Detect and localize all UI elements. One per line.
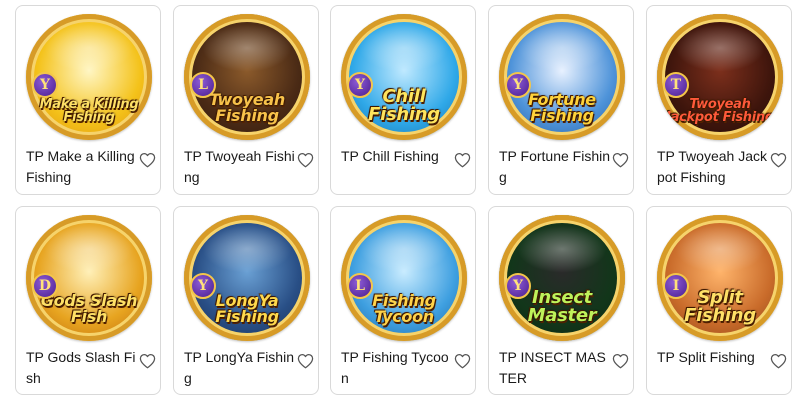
game-title[interactable]: TP Make a Killing Fishing [26, 146, 138, 188]
game-card[interactable]: Fishing Tycoon L TP Fishing Tycoon [330, 206, 476, 395]
game-card[interactable]: Make a Killing Fishing Y TP Make a Killing… [15, 5, 161, 195]
game-logo-text: Twoyeah Jackpot Fishing [666, 97, 774, 125]
game-card[interactable]: LongYa Fishing Y TP LongYa Fishing [173, 206, 319, 395]
provider-badge: T [663, 72, 689, 98]
provider-badge: L [347, 273, 373, 299]
game-title[interactable]: TP Split Fishing [657, 347, 769, 368]
game-title[interactable]: TP Chill Fishing [341, 146, 453, 167]
game-card[interactable]: Twoyeah Fishing L TP Twoyeah Fishing [173, 5, 319, 195]
game-card[interactable]: Fortune Fishing Y TP Fortune Fishing [488, 5, 634, 195]
thumbnail-shine [202, 24, 292, 72]
thumbnail-shine [517, 225, 607, 273]
provider-badge: D [32, 273, 58, 299]
game-title[interactable]: TP Fortune Fishing [499, 146, 611, 188]
favorite-heart-icon[interactable] [454, 353, 471, 369]
game-title[interactable]: TP Fishing Tycoon [341, 347, 453, 389]
game-title[interactable]: TP Twoyeah Jackpot Fishing [657, 146, 769, 188]
game-card[interactable]: Twoyeah Jackpot Fishing T TP Twoyeah Jackp… [646, 5, 792, 195]
game-card[interactable]: Insect Master Y TP INSECT MASTER [488, 206, 634, 395]
provider-badge: I [663, 273, 689, 299]
provider-badge: Y [505, 273, 531, 299]
game-grid: Make a Killing Fishing Y TP Make a Killing… [0, 0, 800, 403]
favorite-heart-icon[interactable] [297, 353, 314, 369]
game-card[interactable]: Split Fishing I TP Split Fishing [646, 206, 792, 395]
thumbnail-shine [675, 24, 765, 72]
game-logo-text: Make a Killing Fishing [39, 97, 139, 125]
thumbnail-shine [675, 225, 765, 273]
thumbnail-shine [202, 225, 292, 273]
favorite-heart-icon[interactable] [454, 152, 471, 168]
favorite-heart-icon[interactable] [139, 152, 156, 168]
thumbnail-shine [359, 24, 449, 72]
thumbnail-shine [44, 24, 134, 72]
game-title[interactable]: TP Twoyeah Fishing [184, 146, 296, 188]
thumbnail-shine [517, 24, 607, 72]
provider-badge: Y [190, 273, 216, 299]
provider-badge: L [190, 72, 216, 98]
thumbnail-shine [44, 225, 134, 273]
favorite-heart-icon[interactable] [139, 353, 156, 369]
thumbnail-shine [359, 225, 449, 273]
favorite-heart-icon[interactable] [612, 152, 629, 168]
favorite-heart-icon[interactable] [770, 152, 787, 168]
game-card[interactable]: Chill Fishing Y TP Chill Fishing [330, 5, 476, 195]
favorite-heart-icon[interactable] [612, 353, 629, 369]
favorite-heart-icon[interactable] [770, 353, 787, 369]
provider-badge: Y [32, 72, 58, 98]
favorite-heart-icon[interactable] [297, 152, 314, 168]
game-title[interactable]: TP LongYa Fishing [184, 347, 296, 389]
provider-badge: Y [347, 72, 373, 98]
game-card[interactable]: Gods Slash Fish D TP Gods Slash Fish [15, 206, 161, 395]
game-title[interactable]: TP Gods Slash Fish [26, 347, 138, 389]
provider-badge: Y [505, 72, 531, 98]
game-title[interactable]: TP INSECT MASTER [499, 347, 611, 389]
